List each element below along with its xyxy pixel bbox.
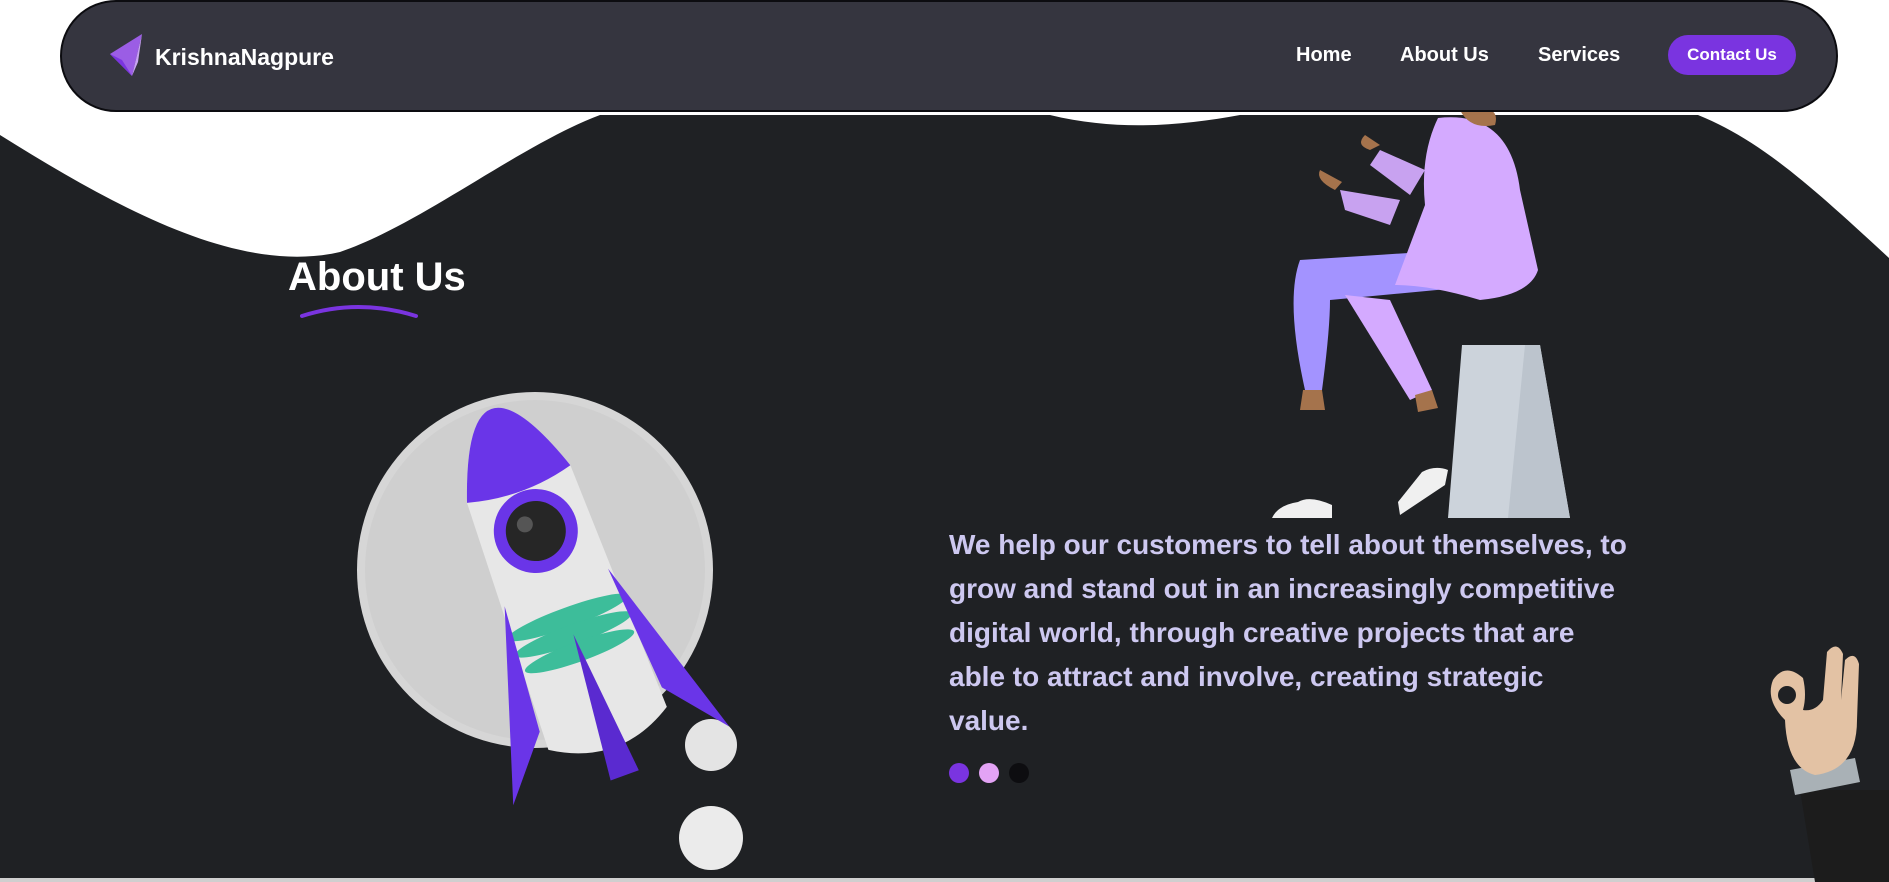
carousel-dot[interactable] <box>949 763 969 783</box>
carousel-dots <box>949 763 1039 788</box>
title-underline <box>300 305 418 318</box>
about-description: We help our customers to tell about them… <box>949 529 1627 736</box>
carousel-dot[interactable] <box>979 763 999 783</box>
page-title: About Us <box>288 255 466 299</box>
logo-icon[interactable] <box>108 32 148 78</box>
nav-services[interactable]: Services <box>1538 44 1620 67</box>
nav-about-us[interactable]: About Us <box>1400 44 1489 67</box>
brand-name[interactable]: KrishnaNagpure <box>155 44 334 71</box>
rocket-illustration <box>357 392 743 870</box>
nav-home[interactable]: Home <box>1296 44 1352 67</box>
bottom-scrollbar-track <box>0 878 1889 882</box>
sitting-person-illustration <box>1272 110 1570 518</box>
contact-us-button[interactable]: Contact Us <box>1668 35 1796 75</box>
navbar: KrishnaNagpure Home About Us Services Co… <box>60 0 1838 112</box>
carousel-dot[interactable] <box>1009 763 1029 783</box>
ok-hand-illustration <box>1770 646 1889 882</box>
